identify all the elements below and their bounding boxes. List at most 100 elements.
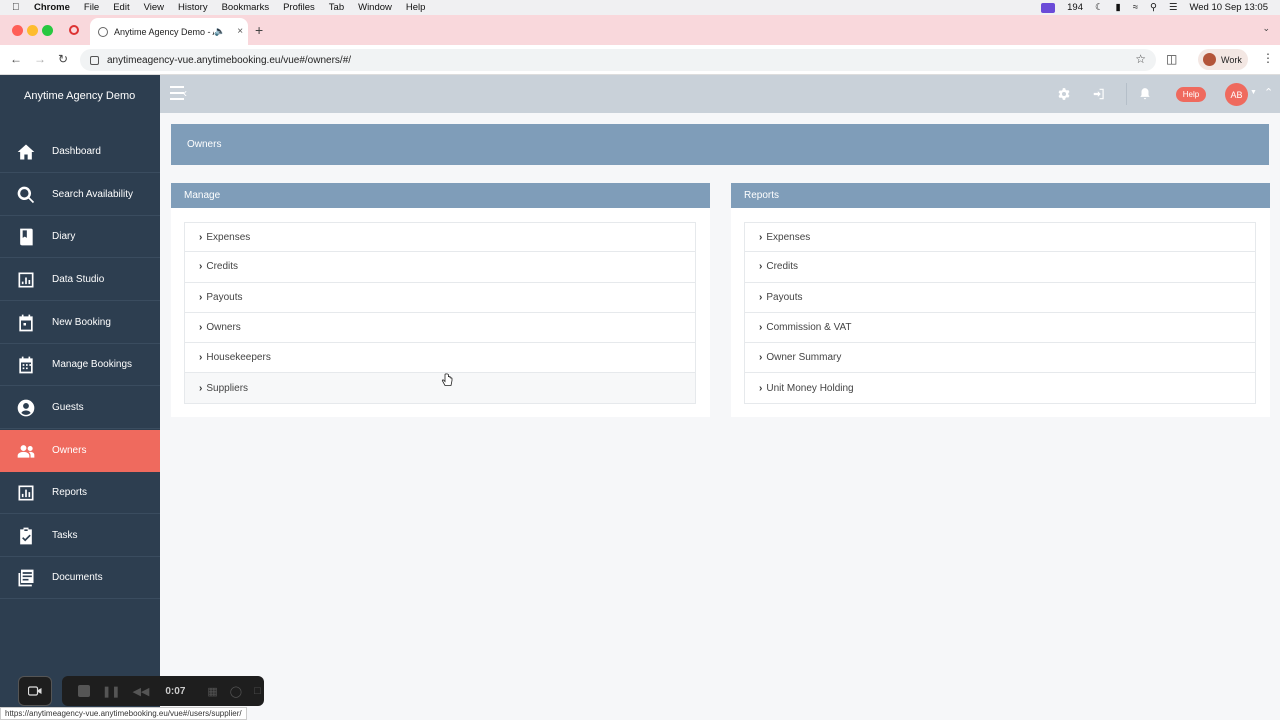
gear-icon[interactable] xyxy=(1057,87,1071,101)
tab-search-chevron-icon[interactable]: ⌄ xyxy=(1262,23,1270,34)
trash-icon[interactable]: □ xyxy=(254,685,261,697)
sidebar-item-owners[interactable]: Owners xyxy=(0,430,160,472)
sidebar-item-tasks[interactable]: Tasks xyxy=(0,515,160,557)
sidebar-item-reports[interactable]: Reports xyxy=(0,472,160,514)
chevron-right-icon: › xyxy=(199,261,203,273)
battery-icon[interactable]: ▮ xyxy=(1116,2,1121,13)
chevron-right-icon: › xyxy=(759,231,763,243)
menu-tab[interactable]: Tab xyxy=(329,2,344,13)
moon-icon[interactable]: ☾ xyxy=(1095,2,1104,13)
address-bar[interactable]: anytimeagency-vue.anytimebooking.eu/vue#… xyxy=(80,49,1156,71)
screen-share-icon[interactable] xyxy=(1041,2,1056,13)
new-tab-button[interactable]: + xyxy=(255,22,263,38)
calendar-plus-icon xyxy=(16,313,36,333)
manage-item-suppliers[interactable]: › Suppliers xyxy=(184,373,696,404)
sidebar-item-search-availability[interactable]: Search Availability xyxy=(0,174,160,216)
chevron-right-icon: › xyxy=(759,322,763,334)
menubar-clock[interactable]: Wed 10 Sep 13:05 xyxy=(1189,2,1268,13)
list-item-label: Commission & VAT xyxy=(766,322,852,334)
menu-view[interactable]: View xyxy=(144,2,164,13)
pause-icon[interactable]: ❚❚ xyxy=(102,685,120,698)
reports-item-payouts[interactable]: › Payouts xyxy=(744,282,1256,313)
menu-window[interactable]: Window xyxy=(358,2,392,13)
reports-item-commission-vat[interactable]: › Commission & VAT xyxy=(744,312,1256,344)
browser-tab-active[interactable]: Anytime Agency Demo - A 🔈 × xyxy=(90,18,248,45)
menu-bookmarks[interactable]: Bookmarks xyxy=(222,2,270,13)
control-center-icon[interactable]: ☰ xyxy=(1169,2,1178,13)
apple-icon[interactable]:  xyxy=(12,2,28,13)
app-header: ‹ Help AB ▼ ⌃ xyxy=(160,75,1280,113)
help-button[interactable]: Help xyxy=(1176,87,1206,102)
header-divider xyxy=(1126,83,1127,105)
window-minimize-button[interactable] xyxy=(27,25,38,36)
list-item-label: Expenses xyxy=(206,231,251,243)
window-zoom-button[interactable] xyxy=(42,25,53,36)
tab-close-icon[interactable]: × xyxy=(237,26,243,37)
wifi-icon[interactable]: ≈ xyxy=(1133,2,1138,13)
menu-profiles[interactable]: Profiles xyxy=(283,2,315,13)
recorder-camera-button[interactable] xyxy=(18,676,52,706)
chevron-right-icon: › xyxy=(759,352,763,364)
menu-file[interactable]: File xyxy=(84,2,99,13)
sidebar-item-dashboard[interactable]: Dashboard xyxy=(0,131,160,173)
address-url[interactable]: anytimeagency-vue.anytimebooking.eu/vue#… xyxy=(107,55,351,66)
menu-history[interactable]: History xyxy=(178,2,208,13)
chevron-up-icon[interactable]: ⌃ xyxy=(1264,86,1273,99)
site-info-icon[interactable] xyxy=(90,55,99,65)
user-avatar[interactable]: AB xyxy=(1225,83,1248,106)
users-icon xyxy=(16,441,36,461)
chevron-right-icon: › xyxy=(199,231,203,243)
rewind-icon[interactable]: ◀◀ xyxy=(132,685,149,698)
reports-list: › Expenses › Credits › Payouts › Commission … xyxy=(744,222,1256,404)
stop-icon[interactable] xyxy=(78,685,90,697)
brand-title[interactable]: Anytime Agency Demo xyxy=(0,75,160,117)
list-item-label: Unit Money Holding xyxy=(766,382,854,394)
status-bar-url: https://anytimeagency-vue.anytimebooking… xyxy=(0,707,247,720)
profile-chip[interactable]: Work xyxy=(1198,49,1248,70)
grid-icon[interactable]: ▦ xyxy=(207,685,217,698)
manage-item-owners[interactable]: › Owners xyxy=(184,312,696,344)
sign-in-icon[interactable] xyxy=(1092,87,1106,101)
extensions-puzzle-icon[interactable]: ◫ xyxy=(1166,52,1177,66)
chevron-right-icon: › xyxy=(199,322,203,334)
list-item-label: Payouts xyxy=(206,291,243,303)
window-close-button[interactable] xyxy=(12,25,23,36)
sidebar-item-documents[interactable]: Documents xyxy=(0,557,160,599)
manage-item-expenses[interactable]: › Expenses xyxy=(184,222,696,253)
chevron-right-icon: › xyxy=(759,261,763,273)
sidebar-item-label: Search Availability xyxy=(52,189,133,200)
sidebar-item-new-booking[interactable]: New Booking xyxy=(0,302,160,344)
search-icon xyxy=(16,185,36,205)
sidebar-item-diary[interactable]: Diary xyxy=(0,216,160,258)
browser-menu-kebab-icon[interactable]: ⋮ xyxy=(1262,51,1274,65)
bookmark-star-icon[interactable]: ☆ xyxy=(1135,52,1146,66)
notification-count[interactable]: 194 xyxy=(1067,2,1083,13)
sidebar-item-data-studio[interactable]: Data Studio xyxy=(0,259,160,301)
reports-item-unit-money-holding[interactable]: › Unit Money Holding xyxy=(744,373,1256,404)
manage-item-payouts[interactable]: › Payouts xyxy=(184,282,696,313)
sidebar-item-guests[interactable]: Guests xyxy=(0,387,160,429)
speaker-icon[interactable]: 🔈 xyxy=(214,26,225,37)
reports-item-owner-summary[interactable]: › Owner Summary xyxy=(744,343,1256,374)
reports-item-credits[interactable]: › Credits xyxy=(744,252,1256,283)
restart-icon[interactable]: ◯ xyxy=(230,685,242,698)
list-item-label: Owners xyxy=(206,322,241,334)
manage-item-credits[interactable]: › Credits xyxy=(184,252,696,283)
back-arrow-icon[interactable]: ← xyxy=(10,52,22,66)
reports-item-expenses[interactable]: › Expenses xyxy=(744,222,1256,253)
list-item-label: Expenses xyxy=(766,231,811,243)
menu-help[interactable]: Help xyxy=(406,2,426,13)
sidebar-toggle-icon[interactable]: ‹ xyxy=(170,86,190,102)
bar-chart-icon xyxy=(16,483,36,503)
manage-item-housekeepers[interactable]: › Housekeepers xyxy=(184,343,696,374)
list-item-label: Payouts xyxy=(766,291,803,303)
sidebar-item-manage-bookings[interactable]: Manage Bookings xyxy=(0,344,160,386)
reload-icon[interactable]: ↻ xyxy=(58,52,68,66)
bell-icon[interactable] xyxy=(1138,87,1152,101)
chevron-down-icon[interactable]: ▼ xyxy=(1250,89,1257,96)
spotlight-search-icon[interactable]: ⚲ xyxy=(1150,2,1157,13)
menu-app-name[interactable]: Chrome xyxy=(34,2,70,13)
forward-arrow-icon[interactable]: → xyxy=(34,52,46,66)
menu-edit[interactable]: Edit xyxy=(113,2,129,13)
browser-toolbar: ← → ↻ anytimeagency-vue.anytimebooking.e… xyxy=(0,45,1280,75)
